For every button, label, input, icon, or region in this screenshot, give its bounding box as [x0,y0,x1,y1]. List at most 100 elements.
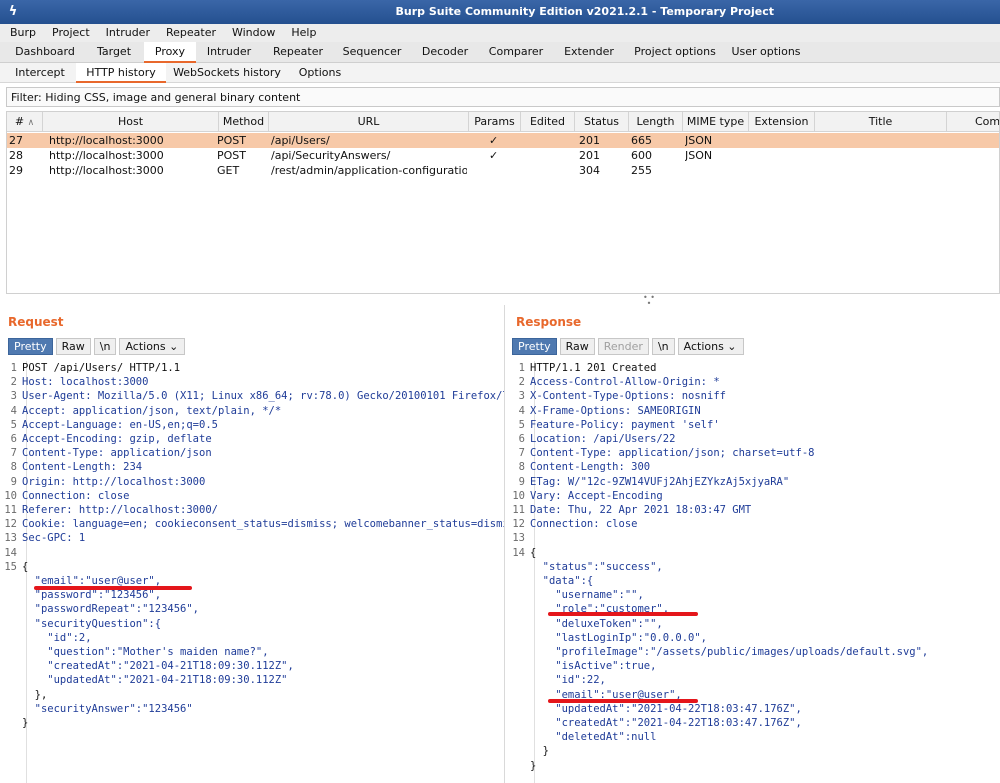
actions-dropdown[interactable]: Actions ⌄ [677,338,744,355]
menu-repeater[interactable]: Repeater [156,24,222,39]
tab-sequencer[interactable]: Sequencer [336,42,408,63]
line-number: 2 [518,376,525,389]
column-header-length[interactable]: Length [629,112,683,132]
row-mime-type: JSON [685,149,713,162]
tab-proxy[interactable]: Proxy [144,42,196,63]
annotation-underline-response-email [548,699,698,703]
line-number: 13 [512,532,525,545]
code-line: "id":2, [4,631,91,645]
code-text: "profileImage":"/assets/public/images/up… [530,646,929,658]
line-number: 8 [518,461,525,474]
line-number: 9 [10,475,17,488]
line-number: 15 [4,560,17,573]
code-line: "passwordRepeat":"123456", [4,602,199,616]
code-line: } [512,759,536,773]
code-text: Date: Thu, 22 Apr 2021 18:03:47 GMT [530,504,752,516]
line-number: 12 [4,518,17,531]
line-number: 6 [10,433,17,445]
code-line: 5 Accept-Language: en-US,en;q=0.5 [4,418,218,432]
line-number: 2 [10,376,17,389]
code-text: HTTP/1.1 201 Created [530,362,657,374]
response-editor[interactable]: 1 HTTP/1.1 201 Created 2 Access-Control-All… [512,361,1000,783]
pretty-button[interactable]: Pretty [512,338,557,355]
table-row[interactable]: 27 http://localhost:3000 POST /api/Users… [7,133,999,148]
code-text: "updatedAt":"2021-04-21T18:09:30.112Z" [22,674,288,687]
row-status: 201 [579,149,600,162]
newline-toggle-button[interactable]: \n [93,338,117,355]
table-row[interactable]: 29 http://localhost:3000 GET /rest/admin… [7,163,999,178]
column-header-number[interactable]: # ∧ [7,112,43,132]
column-header-comment[interactable]: Comm [947,112,999,132]
menu-intruder[interactable]: Intruder [96,24,156,39]
line-number: 10 [4,489,17,502]
code-text: Accept-Encoding: gzip, deflate [22,433,212,445]
column-header-url[interactable]: URL [269,112,469,132]
column-header-method[interactable]: Method [219,112,269,132]
tab-target[interactable]: Target [86,42,142,63]
column-header-status[interactable]: Status [575,112,629,132]
column-header-host[interactable]: Host [43,112,219,132]
raw-button[interactable]: Raw [559,338,595,355]
row-length: 600 [631,149,652,162]
tab-extender[interactable]: Extender [556,42,622,63]
tab-user-options[interactable]: User options [728,42,804,63]
line-number: 8 [10,461,17,474]
row-url: /api/Users/ [271,134,330,147]
pretty-button[interactable]: Pretty [8,338,53,355]
tab-decoder[interactable]: Decoder [414,42,476,63]
code-line: 4 Accept: application/json, text/plain, *… [4,404,282,418]
code-line: 3 X-Content-Type-Options: nosniff [512,389,726,403]
line-number: 11 [4,504,17,516]
code-line: 6 Location: /api/Users/22 [512,432,676,446]
tab-intercept[interactable]: Intercept [10,63,70,83]
menu-help[interactable]: Help [281,24,322,39]
code-text: { [530,546,537,559]
table-row[interactable]: 28 http://localhost:3000 POST /api/Secur… [7,148,999,163]
code-line: "id":22, [512,673,606,687]
column-header-extension[interactable]: Extension [749,112,815,132]
column-header-edited[interactable]: Edited [521,112,575,132]
code-text: Vary: Accept-Encoding [530,489,663,502]
tab-dashboard[interactable]: Dashboard [8,42,82,63]
line-number: 12 [512,518,525,531]
tab-options[interactable]: Options [292,63,348,83]
code-line: 3 User-Agent: Mozilla/5.0 (X11; Linux x86… [4,389,504,403]
newline-toggle-button[interactable]: \n [651,338,675,355]
request-editor[interactable]: 1 POST /api/Users/ HTTP/1.1 2 Host: localho… [4,361,504,783]
code-text: User-Agent: Mozilla/5.0 (X11; Linux x86_… [22,390,504,403]
tab-intruder[interactable]: Intruder [198,42,260,63]
render-button[interactable]: Render [597,338,649,355]
column-header-mime-type[interactable]: MIME type [683,112,749,132]
tab-http-history[interactable]: HTTP history [76,63,166,83]
code-line: 15 { [4,560,28,574]
line-number: 6 [518,433,525,445]
code-text: Connection: close [530,518,638,531]
filter-bar[interactable]: Filter: Hiding CSS, image and general bi… [6,87,1000,107]
menu-window[interactable]: Window [222,24,281,39]
row-host: http://localhost:3000 [49,134,164,147]
code-line: 14 { [512,546,536,560]
code-line: 4 X-Frame-Options: SAMEORIGIN [512,404,701,418]
splitter-handle-icon[interactable]: • • • [640,294,658,308]
title-bar: ϟ Burp Suite Community Edition v2021.2.1… [0,0,1000,24]
menu-burp[interactable]: Burp [0,24,42,39]
menu-project[interactable]: Project [42,24,96,39]
row-mime-type: JSON [685,134,713,147]
raw-button[interactable]: Raw [55,338,91,355]
tab-comparer[interactable]: Comparer [482,42,550,63]
tab-repeater[interactable]: Repeater [266,42,330,63]
code-text: "createdAt":"2021-04-21T18:09:30.112Z", [22,660,294,673]
row-length: 255 [631,164,652,177]
code-line: 10 Vary: Accept-Encoding [512,489,663,503]
line-number: 14 [4,546,17,559]
column-header-title[interactable]: Title [815,112,947,132]
tab-websockets-history[interactable]: WebSockets history [172,63,282,83]
code-line: 5 Feature-Policy: payment 'self' [512,418,720,432]
code-text: Feature-Policy: payment 'self' [530,418,720,431]
code-line: "updatedAt":"2021-04-22T18:03:47.176Z", [512,702,802,716]
column-header-params[interactable]: Params [469,112,521,132]
tab-project-options[interactable]: Project options [628,42,722,63]
window-title: Burp Suite Community Edition v2021.2.1 -… [395,5,774,18]
actions-dropdown[interactable]: Actions ⌄ [119,338,186,355]
annotation-underline-request-email [34,586,192,590]
